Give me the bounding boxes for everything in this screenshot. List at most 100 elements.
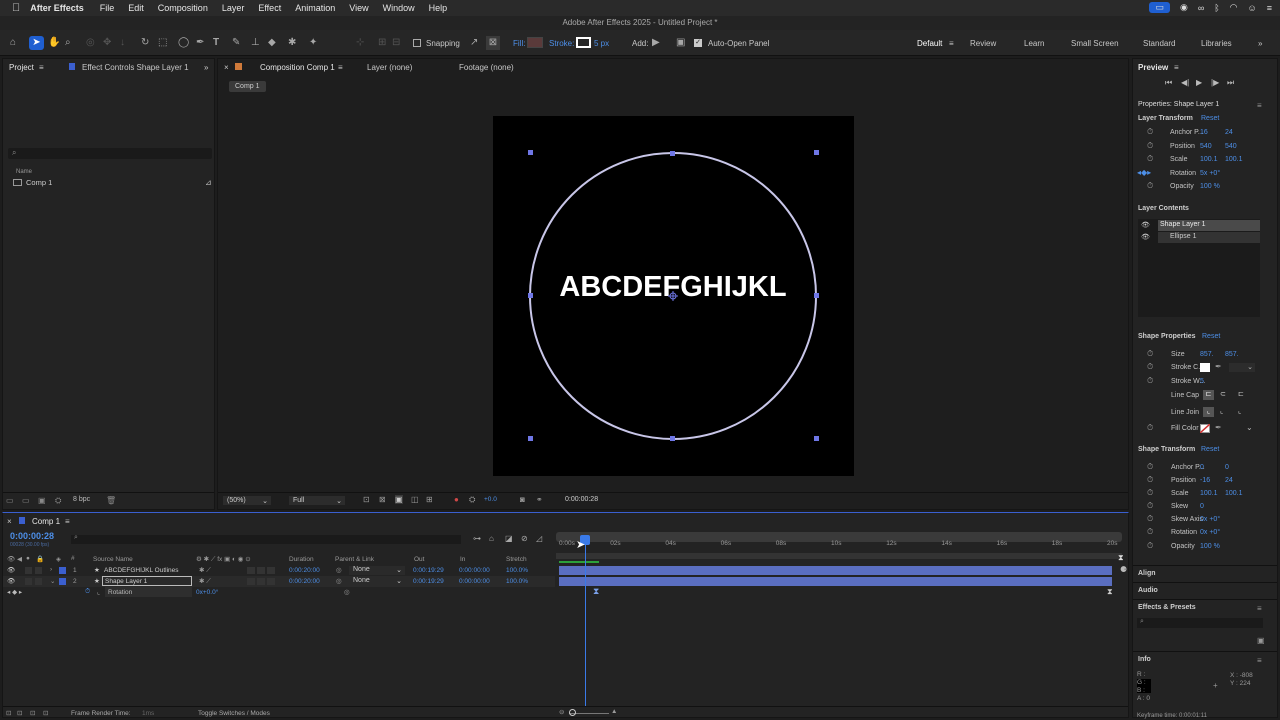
stopwatch-icon[interactable]: ⏱ <box>1147 362 1153 372</box>
auto-open-checkbox[interactable]: ✓ <box>694 39 702 47</box>
stopwatch-icon[interactable]: ⏱ <box>85 588 90 596</box>
square-cap-icon[interactable]: ⊏ <box>1238 390 1244 398</box>
panel-menu-icon[interactable]: ≡ <box>1257 101 1262 110</box>
menu-help[interactable]: Help <box>429 3 448 13</box>
pen-tool-icon[interactable]: ✒ <box>196 36 204 50</box>
transfer-icon[interactable]: ⊡ <box>30 709 35 717</box>
pick-whip-icon[interactable]: ◎ <box>336 566 342 574</box>
graph-icon[interactable]: ⊡ <box>17 709 22 717</box>
snap-options-icon[interactable]: ↗ <box>470 36 478 50</box>
layer-name[interactable]: ABCDEFGHIJKL Outlines <box>104 567 179 574</box>
puppet-tool-icon[interactable]: ✦ <box>309 36 317 50</box>
stopwatch-icon[interactable]: ⏱ <box>1147 376 1153 386</box>
record-icon[interactable]: ◉ <box>1180 2 1188 13</box>
layer-stretch[interactable]: 100.0% <box>506 567 528 574</box>
tab-menu-icon[interactable]: ≡ <box>338 63 343 72</box>
workspace-learn[interactable]: Learn <box>1024 39 1044 48</box>
stretch-header[interactable]: Stretch <box>506 556 527 563</box>
stopwatch-icon[interactable]: ⏱ <box>1147 154 1153 164</box>
adjust-icon[interactable]: ⛭ <box>55 496 61 506</box>
duration-header[interactable]: Duration <box>289 556 314 563</box>
eye-icon[interactable]: 👁 <box>1141 221 1150 229</box>
frame-blend-icon[interactable]: ⊘ <box>521 534 528 543</box>
menu-effect[interactable]: Effect <box>258 3 281 13</box>
lock-icon[interactable] <box>235 63 242 70</box>
zoom-slider-thumb[interactable] <box>569 709 576 716</box>
shape-properties-header[interactable]: Shape Properties <box>1138 333 1196 340</box>
last-frame-icon[interactable]: ⏭ <box>1227 78 1234 88</box>
fill-swatch[interactable] <box>527 37 543 48</box>
st-position-y[interactable]: 24 <box>1225 477 1233 484</box>
tab-close-icon[interactable]: × <box>224 63 229 72</box>
transform-handle[interactable] <box>528 150 533 155</box>
panel-overflow-icon[interactable]: » <box>204 63 208 72</box>
zoom-tool-icon[interactable]: ⌕ <box>65 36 71 50</box>
scale-y[interactable]: 100.1 <box>1225 156 1243 163</box>
workspace-review[interactable]: Review <box>970 39 996 48</box>
scale-x[interactable]: 100.1 <box>1200 156 1218 163</box>
local-axis-icon[interactable]: ⊹ <box>356 36 364 50</box>
pick-whip-icon[interactable]: ◎ <box>336 577 342 585</box>
eraser-tool-icon[interactable]: ◆ <box>268 36 276 50</box>
panel-menu-icon[interactable]: ≡ <box>1174 63 1179 72</box>
panel-menu-icon[interactable]: ≡ <box>1257 656 1262 665</box>
stopwatch-icon[interactable]: ⏱ <box>1147 541 1153 551</box>
workspace-menu-icon[interactable]: ≡ <box>949 39 954 48</box>
position-x[interactable]: 540 <box>1200 143 1212 150</box>
label-color-swatch[interactable] <box>59 567 66 574</box>
view-axis-icon[interactable]: ⊟ <box>392 36 400 50</box>
menu-file[interactable]: File <box>100 3 115 13</box>
tab-project[interactable]: Project <box>9 63 34 72</box>
layer-out[interactable]: 0:00:19:29 <box>413 578 444 585</box>
layer-transform-header[interactable]: Layer Transform <box>1138 115 1193 122</box>
property-row[interactable]: ◂ ◆ ▸ ⏱ ⌞ Rotation 0x+0.0° ◎ <box>3 587 555 598</box>
switches-header-icon[interactable]: ⚙ ✱ ⟋ fx ▣ ◐ ◉ ⊙ <box>196 555 251 564</box>
parent-dropdown[interactable]: None ⌄ <box>349 577 405 586</box>
tab-menu-icon[interactable]: ≡ <box>65 517 70 526</box>
comp-canvas[interactable]: ABCDEFGHIJKL <box>493 116 854 476</box>
path-point[interactable] <box>670 151 675 156</box>
st-skew-value[interactable]: 0 <box>1200 503 1204 510</box>
show-snapshot-icon[interactable]: ⚭ <box>536 495 543 504</box>
color-manage-icon[interactable]: ⛭ <box>469 495 475 505</box>
flowchart-icon[interactable]: ⊿ <box>205 178 212 187</box>
layer-out[interactable]: 0:00:19:29 <box>413 567 444 574</box>
menu-edit[interactable]: Edit <box>128 3 144 13</box>
layer-transform-reset[interactable]: Reset <box>1201 115 1219 122</box>
eye-column-icon[interactable]: 👁 <box>7 555 15 563</box>
add-menu-icon[interactable]: ▶ <box>652 36 660 50</box>
world-axis-icon[interactable]: ⊞ <box>378 36 386 50</box>
menu-layer[interactable]: Layer <box>222 3 245 13</box>
st-position-x[interactable]: -16 <box>1200 477 1210 484</box>
stroke-swatch[interactable] <box>576 37 591 48</box>
layer-in[interactable]: 0:00:00:00 <box>459 578 490 585</box>
comp-flowchart-icon[interactable]: ⊶ <box>473 534 481 543</box>
keyframe-end-icon[interactable]: ⧗ <box>1107 587 1113 597</box>
preview-title[interactable]: Preview <box>1138 63 1168 72</box>
switch-box[interactable] <box>257 567 265 574</box>
exposure-field[interactable]: +0.0 <box>484 496 497 503</box>
comp-button-icon[interactable]: ⚈ <box>1120 565 1127 574</box>
table-row[interactable]: 👁 ⌄ 2 ★ Shape Layer 1 ✱ ⟋ 0:00:20:00 ◎ N… <box>3 576 555 587</box>
eyedropper-icon[interactable]: ✒ <box>1215 362 1222 371</box>
pick-whip-icon[interactable]: ◎ <box>344 588 350 596</box>
layer-in[interactable]: 0:00:00:00 <box>459 567 490 574</box>
bevel-join-icon[interactable]: ⌞ <box>1238 407 1241 415</box>
new-preset-icon[interactable]: ▣ <box>1257 636 1265 645</box>
zoom-out-icon[interactable]: ⊖ <box>559 708 564 716</box>
stroke-width-value[interactable]: 5 <box>1200 378 1204 385</box>
channel-icon[interactable]: ● <box>454 495 459 504</box>
stopwatch-icon[interactable]: ⏱ <box>1147 423 1153 433</box>
workspace-libraries[interactable]: Libraries <box>1201 39 1232 48</box>
workspace-small-screen[interactable]: Small Screen <box>1071 39 1119 48</box>
switch-box[interactable] <box>267 567 275 574</box>
playhead[interactable] <box>585 535 586 707</box>
anchor-y[interactable]: 24 <box>1225 129 1233 136</box>
mask-visibility-icon[interactable]: ◫ <box>411 495 419 504</box>
shape-transform-reset[interactable]: Reset <box>1201 446 1219 453</box>
path-point[interactable] <box>814 293 819 298</box>
transform-handle[interactable] <box>814 150 819 155</box>
panel-menu-icon[interactable]: ≡ <box>1257 604 1262 613</box>
st-scale-x[interactable]: 100.1 <box>1200 490 1218 497</box>
layer-duration[interactable]: 0:00:20:00 <box>289 578 320 585</box>
